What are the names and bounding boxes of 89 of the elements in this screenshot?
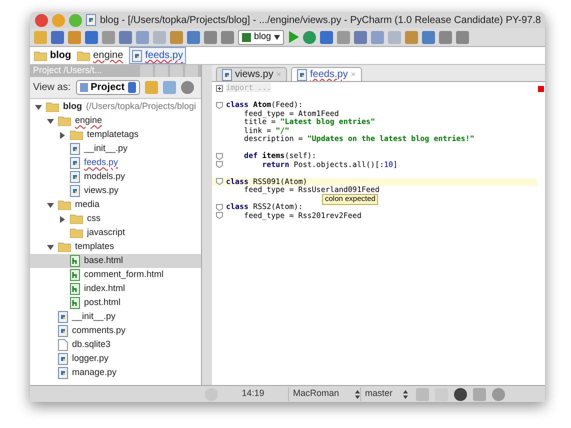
tree-label: base.html (84, 254, 124, 268)
tree-label: javascript (87, 226, 126, 240)
python-file-icon (297, 68, 308, 80)
tree-row[interactable]: comment_form.html (30, 268, 201, 282)
tree-row[interactable]: manage.py (30, 366, 201, 380)
tree-row[interactable]: logger.py (30, 352, 201, 366)
fold-marker-icon[interactable] (216, 102, 222, 109)
expand-arrow-icon[interactable] (58, 216, 66, 222)
tree-row[interactable]: javascript (30, 226, 201, 240)
fold-marker-icon[interactable] (216, 204, 222, 211)
python-file-icon (86, 14, 96, 26)
close-button[interactable] (35, 14, 48, 26)
tree-label: index.html (84, 282, 126, 296)
tree-row[interactable]: blog (/Users/topka/Projects/blogi (30, 100, 201, 114)
dropdown-caret-icon (274, 34, 280, 40)
editor-tab[interactable]: views.py × (216, 67, 288, 81)
file-icon (58, 339, 68, 351)
fold-marker-icon[interactable] (216, 161, 222, 168)
python-file-icon (70, 171, 80, 183)
tree-row[interactable]: base.html (30, 254, 201, 268)
python-file-icon (222, 68, 232, 80)
encoding-select[interactable]: MacRoman (288, 387, 360, 401)
tree-label: models.py (84, 170, 126, 184)
tree-row[interactable]: templatetags (30, 128, 201, 142)
editor-tab[interactable]: feeds.py × (291, 67, 362, 81)
tree-row[interactable]: __init__.py (30, 310, 201, 324)
collapse-arrow-icon[interactable] (46, 202, 54, 208)
python-file-icon (58, 325, 68, 337)
python-file-icon (70, 157, 80, 169)
tree-row[interactable]: media (30, 198, 201, 212)
error-stripe-icon (538, 86, 544, 92)
tree-label: templatetags (87, 128, 139, 142)
tree-label: logger.py (72, 352, 109, 366)
fold-marker-icon[interactable] (216, 178, 222, 186)
tree-row[interactable]: engine (30, 114, 201, 128)
caret-position[interactable]: 14:19 (218, 387, 288, 401)
html-file-icon (70, 269, 80, 281)
tree-label: media (75, 198, 100, 212)
django-icon (242, 32, 251, 42)
tree-label: db.sqlite3 (72, 338, 111, 352)
run-icon[interactable] (288, 31, 300, 43)
fold-marker-icon[interactable] (216, 212, 222, 220)
tree-label: comment_form.html (84, 268, 164, 282)
breadcrumb[interactable]: engine (77, 48, 124, 63)
tree-row[interactable]: post.html (30, 296, 201, 310)
tree-row[interactable]: comments.py (30, 324, 201, 338)
zoom-button[interactable] (69, 14, 82, 26)
view-as-label: View as: (33, 81, 71, 95)
breadcrumb[interactable]: feeds.py (129, 47, 186, 64)
branch-select[interactable]: master (360, 387, 408, 401)
breadcrumb[interactable]: blog (34, 48, 72, 63)
tree-row[interactable]: feeds.py (30, 156, 201, 170)
python-file-icon (70, 185, 80, 197)
tree-row[interactable]: templates (30, 240, 201, 254)
html-file-icon (70, 297, 80, 309)
html-file-icon (70, 255, 80, 267)
python-file-icon (58, 353, 68, 365)
python-file-icon (132, 50, 142, 62)
tree-row[interactable]: __init__.py (30, 142, 201, 156)
tree-label: templates (75, 240, 114, 254)
tree-label: __init__.py (84, 142, 128, 156)
expand-arrow-icon[interactable] (58, 132, 66, 138)
tree-row[interactable]: views.py (30, 184, 201, 198)
tree-label: post.html (84, 296, 121, 310)
panel-title: Project /Users/t... (33, 64, 102, 78)
view-select[interactable]: Project (76, 80, 140, 95)
window-title: blog - [/Users/topka/Projects/blog] - .../engine/views.py - PyCharm (1.0 Release Candidate) PY-97.8 (100, 14, 541, 28)
tree-label: manage.py (72, 366, 117, 380)
python-file-icon (58, 367, 68, 379)
tree-row[interactable]: index.html (30, 282, 201, 296)
tree-row[interactable]: models.py (30, 170, 201, 184)
python-file-icon (70, 143, 80, 155)
python-file-icon (58, 311, 68, 323)
tree-path-note: (/Users/topka/Projects/blogi (86, 100, 196, 114)
tree-label: __init__.py (72, 310, 116, 324)
run-config-select[interactable]: blog (238, 30, 284, 44)
tree-row[interactable]: css (30, 212, 201, 226)
tree-label: css (87, 212, 100, 226)
fold-marker-icon[interactable] (216, 152, 222, 160)
collapse-arrow-icon[interactable] (46, 244, 54, 250)
tree-label: comments.py (72, 324, 126, 338)
html-file-icon (70, 283, 80, 295)
tree-label: blog (63, 100, 82, 114)
expand-fold-icon[interactable] (216, 84, 222, 92)
tree-label: views.py (84, 184, 119, 198)
tree-row[interactable]: db.sqlite3 (30, 338, 201, 352)
minimize-button[interactable] (52, 14, 65, 26)
tree-label: engine (75, 114, 102, 128)
tree-label: feeds.py (84, 156, 118, 170)
